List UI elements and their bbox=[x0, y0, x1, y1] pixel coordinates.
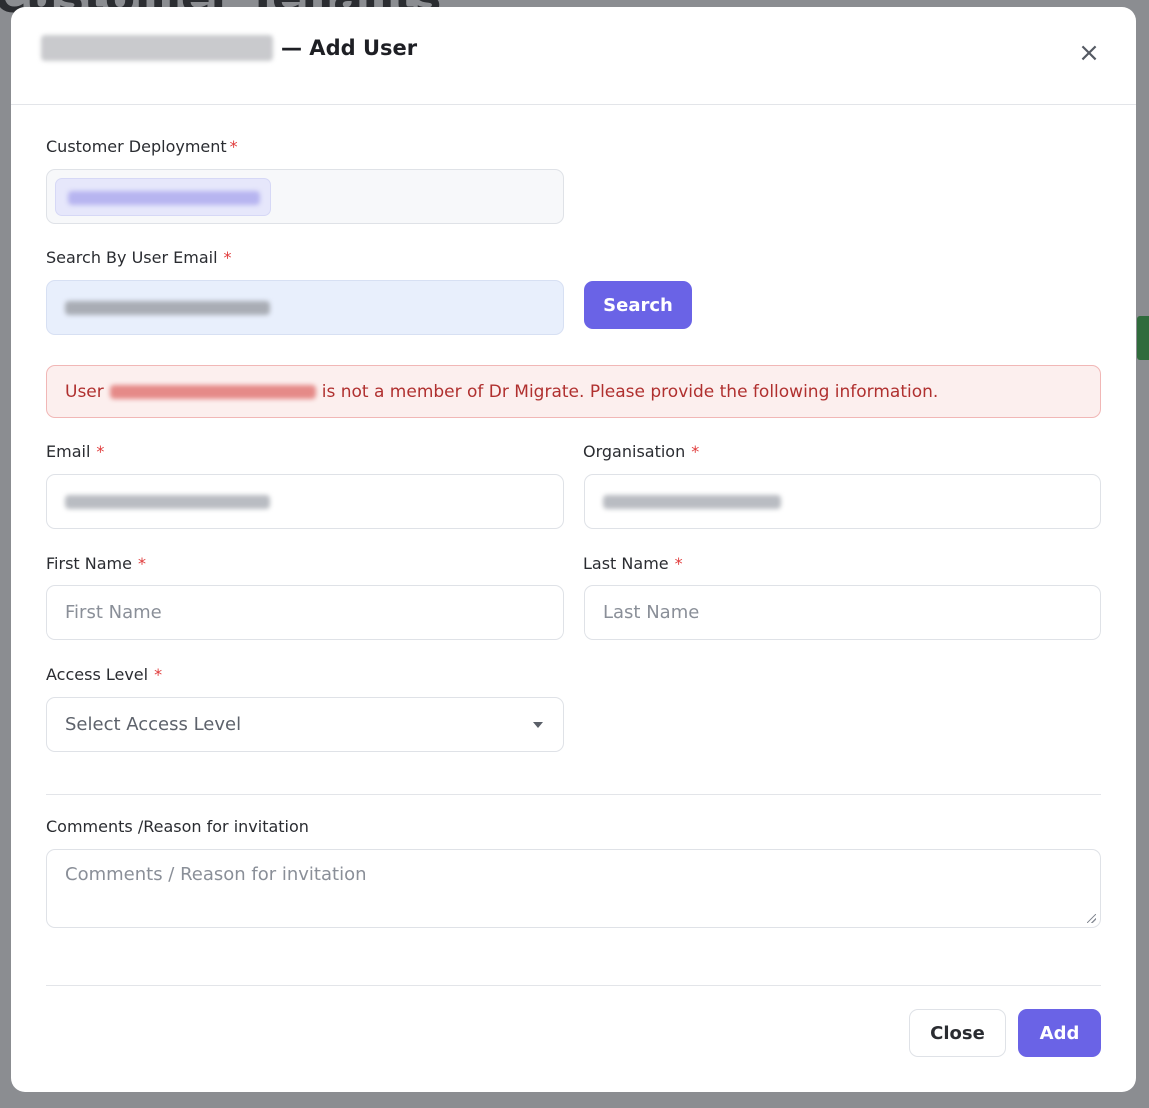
customer-deployment-select[interactable] bbox=[46, 169, 564, 224]
required-mark: * bbox=[137, 554, 146, 573]
email-field[interactable] bbox=[46, 474, 564, 529]
add-user-modal: — Add User × Customer Deployment * Search… bbox=[11, 7, 1136, 1092]
modal-header: — Add User × bbox=[11, 7, 1136, 105]
close-icon[interactable]: × bbox=[1076, 40, 1102, 66]
first-name-label-text: First Name bbox=[46, 554, 132, 573]
last-name-input[interactable] bbox=[603, 586, 1100, 639]
background-button-edge bbox=[1137, 316, 1149, 360]
not-member-alert: User is not a member of Dr Migrate. Plea… bbox=[46, 365, 1101, 418]
footer-divider bbox=[46, 985, 1101, 986]
search-button[interactable]: Search bbox=[584, 281, 692, 329]
comments-label: Comments /Reason for invitation bbox=[46, 817, 309, 836]
access-level-label: Access Level * bbox=[46, 665, 162, 684]
redacted-tenant-name bbox=[41, 35, 273, 61]
alert-message: is not a member of Dr Migrate. Please pr… bbox=[321, 381, 939, 402]
add-button[interactable]: Add bbox=[1018, 1009, 1101, 1057]
redacted-deployment-name bbox=[68, 190, 260, 205]
resize-handle-icon[interactable] bbox=[1087, 914, 1096, 923]
selected-deployment-tag[interactable] bbox=[55, 177, 271, 216]
access-level-select[interactable]: Select Access Level bbox=[46, 697, 564, 752]
last-name-label-text: Last Name bbox=[583, 554, 669, 573]
close-button[interactable]: Close bbox=[909, 1009, 1006, 1057]
required-mark: * bbox=[154, 665, 163, 684]
email-label-text: Email bbox=[46, 442, 91, 461]
section-divider bbox=[46, 794, 1101, 795]
modal-title: — Add User bbox=[41, 35, 417, 61]
search-email-label: Search By User Email * bbox=[46, 248, 232, 267]
required-mark: * bbox=[674, 554, 683, 573]
required-mark: * bbox=[229, 137, 238, 156]
redacted-email-field-value bbox=[65, 494, 270, 509]
first-name-input[interactable] bbox=[65, 586, 563, 639]
modal-title-text: — Add User bbox=[281, 36, 418, 60]
organisation-field[interactable] bbox=[584, 474, 1101, 529]
redacted-email-value bbox=[65, 300, 270, 315]
chevron-down-icon bbox=[533, 721, 543, 728]
last-name-field[interactable] bbox=[584, 585, 1101, 640]
organisation-label-text: Organisation bbox=[583, 442, 686, 461]
access-level-placeholder: Select Access Level bbox=[65, 714, 242, 735]
email-label: Email * bbox=[46, 442, 104, 461]
required-mark: * bbox=[691, 442, 700, 461]
last-name-label: Last Name * bbox=[583, 554, 683, 573]
redacted-organisation-value bbox=[603, 494, 781, 509]
comments-textarea[interactable] bbox=[65, 864, 1100, 914]
organisation-label: Organisation * bbox=[583, 442, 699, 461]
alert-prefix: User bbox=[65, 381, 104, 402]
redacted-alert-email bbox=[109, 384, 316, 399]
first-name-field[interactable] bbox=[46, 585, 564, 640]
comments-field[interactable] bbox=[46, 849, 1101, 928]
customer-deployment-label-text: Customer Deployment bbox=[46, 137, 227, 156]
access-level-label-text: Access Level bbox=[46, 665, 149, 684]
search-email-input[interactable] bbox=[46, 280, 564, 335]
customer-deployment-label: Customer Deployment * bbox=[46, 137, 238, 156]
first-name-label: First Name * bbox=[46, 554, 146, 573]
required-mark: * bbox=[96, 442, 105, 461]
search-email-label-text: Search By User Email bbox=[46, 248, 218, 267]
required-mark: * bbox=[223, 248, 232, 267]
